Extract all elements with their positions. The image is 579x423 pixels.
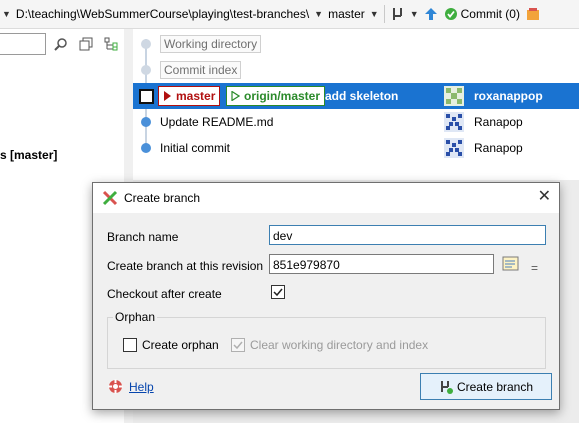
branch-tag-label: master: [176, 89, 216, 103]
help-link[interactable]: Help: [129, 380, 154, 394]
checkout-checkbox[interactable]: [271, 285, 285, 299]
commit-row[interactable]: Update README.md Ranapop: [133, 109, 579, 135]
dialog-title-bar: Create branch ✕: [93, 183, 559, 213]
commit-message: Initial commit: [160, 141, 231, 155]
create-branch-button-label: Create branch: [456, 379, 534, 394]
dialog-title: Create branch: [124, 191, 201, 205]
graph-node: [141, 117, 151, 127]
branch-create-icon: [102, 190, 118, 206]
lifebuoy-icon: [108, 379, 123, 394]
search-icon[interactable]: [54, 37, 68, 51]
commit-message: add skeleton: [325, 89, 399, 103]
toolbar: ▼ D:\teaching\WebSummerCourse\playing\te…: [0, 0, 579, 29]
repository-path[interactable]: D:\teaching\WebSummerCourse\playing\test…: [13, 0, 312, 28]
checkout-label: Checkout after create: [107, 287, 222, 301]
chevron-down-icon[interactable]: ▼: [368, 9, 381, 19]
commit-author: Ranapop: [444, 138, 523, 158]
chevron-down-icon[interactable]: ▼: [0, 9, 13, 19]
graph-node: [141, 39, 151, 49]
branch-graph-icon[interactable]: [388, 0, 408, 28]
stash-icon[interactable]: [523, 0, 543, 28]
working-directory-label: Working directory: [160, 35, 262, 53]
orphan-group-title: Orphan: [113, 310, 158, 324]
search-input[interactable]: [0, 33, 46, 55]
commit-index-label: Commit index: [160, 61, 242, 79]
author-name: Ranapop: [474, 141, 523, 155]
branch-tag-origin-master[interactable]: origin/master: [226, 86, 326, 106]
branch-name-label: Branch name: [107, 230, 179, 244]
current-branch[interactable]: master: [325, 0, 368, 28]
collapse-icon[interactable]: [79, 37, 93, 51]
chevron-down-icon[interactable]: ▼: [408, 9, 421, 19]
commit-message: Update README.md: [160, 115, 274, 129]
branch-tree-item[interactable]: s [master]: [0, 148, 57, 162]
create-branch-dialog: Create branch ✕ Branch name dev Create b…: [92, 182, 560, 410]
commit-row[interactable]: Initial commit Ranapop: [133, 135, 579, 161]
branch-tag-master[interactable]: master: [158, 86, 221, 106]
create-branch-button[interactable]: Create branch: [420, 373, 552, 400]
commit-index-row[interactable]: Commit index: [133, 57, 579, 83]
avatar: [444, 86, 464, 106]
chevron-down-icon[interactable]: ▼: [312, 9, 325, 19]
graph-node: [141, 143, 151, 153]
push-icon[interactable]: [421, 0, 441, 28]
commit-author: Ranapop: [444, 112, 523, 132]
clear-wd-label: Clear working directory and index: [250, 338, 429, 352]
branch-name-input[interactable]: dev: [269, 225, 546, 245]
clear-wd-checkbox[interactable]: [231, 338, 245, 352]
branch-icon: [440, 380, 453, 394]
create-orphan-label: Create orphan: [142, 338, 219, 352]
triangle-right-icon: [164, 91, 171, 101]
commit-button[interactable]: Commit (0): [441, 0, 523, 28]
revision-label: Create branch at this revision: [107, 259, 264, 273]
commit-author: roxanappop: [444, 86, 543, 106]
triangle-right-outline-icon: [231, 91, 240, 101]
toolbar-separator: [383, 5, 385, 23]
checkmark-icon: [273, 288, 283, 297]
head-node: [139, 89, 154, 104]
check-circle-icon: [444, 8, 457, 20]
tree-view-icon[interactable]: [104, 37, 118, 51]
branch-tag-label: origin/master: [244, 89, 321, 103]
browse-revision-icon[interactable]: [502, 256, 520, 272]
author-name: roxanappop: [474, 89, 543, 103]
revision-input[interactable]: 851e979870: [269, 254, 494, 274]
author-name: Ranapop: [474, 115, 523, 129]
equals-indicator: =: [531, 261, 539, 275]
close-icon[interactable]: ✕: [538, 189, 551, 205]
graph-node: [141, 65, 151, 75]
commit-graph: Working directory Commit index master or…: [133, 29, 579, 179]
avatar: [444, 138, 464, 158]
working-directory-row[interactable]: Working directory: [133, 31, 579, 57]
commit-row[interactable]: master origin/master add skeleton roxana…: [133, 83, 579, 109]
create-orphan-checkbox[interactable]: [123, 338, 137, 352]
avatar: [444, 112, 464, 132]
commit-button-label: Commit (0): [460, 7, 520, 21]
checkmark-icon: [233, 341, 243, 350]
